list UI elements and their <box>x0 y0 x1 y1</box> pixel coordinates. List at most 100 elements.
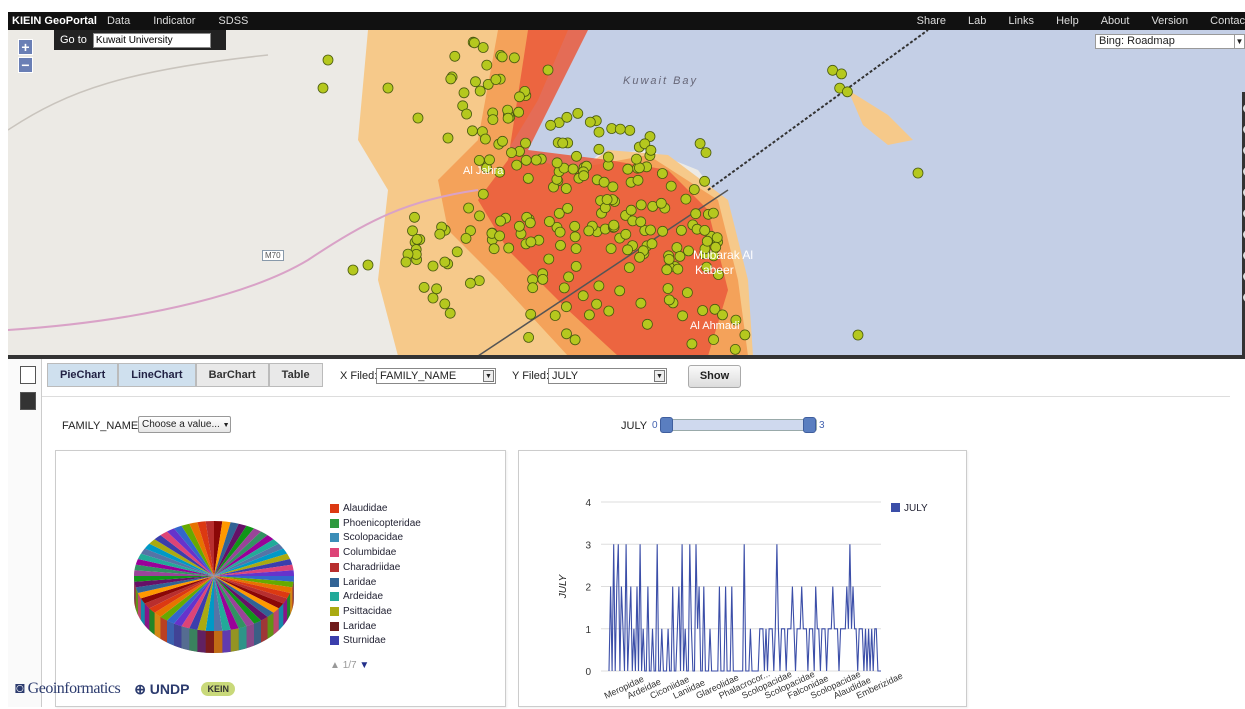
map-marker[interactable] <box>687 339 697 349</box>
map-marker[interactable] <box>383 83 393 93</box>
map-marker[interactable] <box>624 263 634 273</box>
map-marker[interactable] <box>636 200 646 210</box>
map-marker[interactable] <box>681 194 691 204</box>
tab-table[interactable]: Table <box>269 363 323 387</box>
pie-legend-item[interactable]: Ardeidae <box>330 591 383 602</box>
map-marker[interactable] <box>514 221 524 231</box>
map-marker[interactable] <box>828 65 838 75</box>
map-marker[interactable] <box>419 282 429 292</box>
line-chart[interactable]: 01234JULYMeropidaeArdeidaeCiconiidaeLani… <box>519 451 966 706</box>
map-marker[interactable] <box>497 52 507 62</box>
map-marker[interactable] <box>544 254 554 264</box>
map-marker[interactable] <box>555 227 565 237</box>
map-marker[interactable] <box>635 252 645 262</box>
pie-legend-item[interactable]: Laridae <box>330 577 376 588</box>
map-marker[interactable] <box>602 195 612 205</box>
map-marker[interactable] <box>708 208 718 218</box>
map-marker[interactable] <box>495 231 505 241</box>
map-marker[interactable] <box>623 245 633 255</box>
map-marker[interactable] <box>563 203 573 213</box>
pie-legend-item[interactable]: Alaudidae <box>330 503 387 514</box>
map-marker[interactable] <box>678 311 688 321</box>
family-filter-select[interactable]: Choose a value... ▼ <box>138 416 231 433</box>
range-slider-track[interactable] <box>661 419 817 431</box>
map-marker[interactable] <box>646 225 656 235</box>
map-marker[interactable] <box>428 293 438 303</box>
map-marker[interactable] <box>488 115 498 125</box>
map-marker[interactable] <box>570 335 580 345</box>
map-marker[interactable] <box>571 244 581 254</box>
map-marker[interactable] <box>474 155 484 165</box>
map-marker[interactable] <box>435 229 445 239</box>
map-marker[interactable] <box>546 120 556 130</box>
map-marker[interactable] <box>672 243 682 253</box>
map-marker[interactable] <box>561 184 571 194</box>
map-marker[interactable] <box>478 189 488 199</box>
map-marker[interactable] <box>485 155 495 165</box>
map-marker[interactable] <box>323 55 333 65</box>
map-marker[interactable] <box>675 251 685 261</box>
map-marker[interactable] <box>428 261 438 271</box>
map-marker[interactable] <box>471 77 481 87</box>
map-marker[interactable] <box>663 284 673 294</box>
map-marker[interactable] <box>573 108 583 118</box>
nav-item-lab[interactable]: Lab <box>968 15 986 27</box>
map-marker[interactable] <box>584 226 594 236</box>
map-marker[interactable] <box>700 176 710 186</box>
map-marker[interactable] <box>664 295 674 305</box>
map-marker[interactable] <box>682 288 692 298</box>
map-marker[interactable] <box>496 216 506 226</box>
map-marker[interactable] <box>666 181 676 191</box>
map-marker[interactable] <box>712 233 722 243</box>
map-marker[interactable] <box>489 244 499 254</box>
pie-legend-item[interactable]: Sturnidae <box>330 635 386 646</box>
map-marker[interactable] <box>642 319 652 329</box>
map-marker[interactable] <box>584 310 594 320</box>
page-up-icon[interactable]: ▲ <box>330 660 340 671</box>
map-marker[interactable] <box>594 144 604 154</box>
map-marker[interactable] <box>544 217 554 227</box>
map-marker[interactable] <box>632 154 642 164</box>
map-marker[interactable] <box>837 69 847 79</box>
map-marker[interactable] <box>445 308 455 318</box>
panel-splitter[interactable] <box>8 355 1245 359</box>
map-marker[interactable] <box>556 240 566 250</box>
map-marker[interactable] <box>561 302 571 312</box>
map-marker[interactable] <box>318 83 328 93</box>
map-marker[interactable] <box>571 261 581 271</box>
map-marker[interactable] <box>469 38 479 48</box>
map-marker[interactable] <box>579 171 589 181</box>
tab-piechart[interactable]: PieChart <box>47 363 118 387</box>
pie-legend-item[interactable]: Charadriidae <box>330 562 400 573</box>
tab-linechart[interactable]: LineChart <box>118 363 195 387</box>
map-marker[interactable] <box>623 164 633 174</box>
map-marker[interactable] <box>656 198 666 208</box>
map-marker[interactable] <box>512 160 522 170</box>
pie-legend-item[interactable]: Psittacidae <box>330 606 392 617</box>
map-marker[interactable] <box>615 124 625 134</box>
map-marker[interactable] <box>401 257 411 267</box>
map-marker[interactable] <box>562 329 572 339</box>
chevron-down-icon[interactable]: ▼ <box>654 370 665 382</box>
map-marker[interactable] <box>658 226 668 236</box>
map-marker[interactable] <box>730 344 740 354</box>
map-marker[interactable] <box>475 86 485 96</box>
map-marker[interactable] <box>621 229 631 239</box>
map-marker[interactable] <box>528 283 538 293</box>
nav-item-links[interactable]: Links <box>1008 15 1034 27</box>
goto-input[interactable] <box>93 33 211 48</box>
map-marker[interactable] <box>568 164 578 174</box>
map-marker[interactable] <box>570 232 580 242</box>
map-marker[interactable] <box>461 233 471 243</box>
basemap-select[interactable]: Bing: Roadmap ▼ <box>1095 34 1245 49</box>
map-marker[interactable] <box>482 60 492 70</box>
map-marker[interactable] <box>515 92 525 102</box>
pie-legend-item[interactable]: Scolopacidae <box>330 532 403 543</box>
map-marker[interactable] <box>702 236 712 246</box>
map-marker[interactable] <box>853 330 863 340</box>
map-marker[interactable] <box>413 113 423 123</box>
pie-legend-item[interactable]: Laridae <box>330 621 376 632</box>
map-marker[interactable] <box>480 134 490 144</box>
map-marker[interactable] <box>701 148 711 158</box>
nav-item-about[interactable]: About <box>1101 15 1130 27</box>
